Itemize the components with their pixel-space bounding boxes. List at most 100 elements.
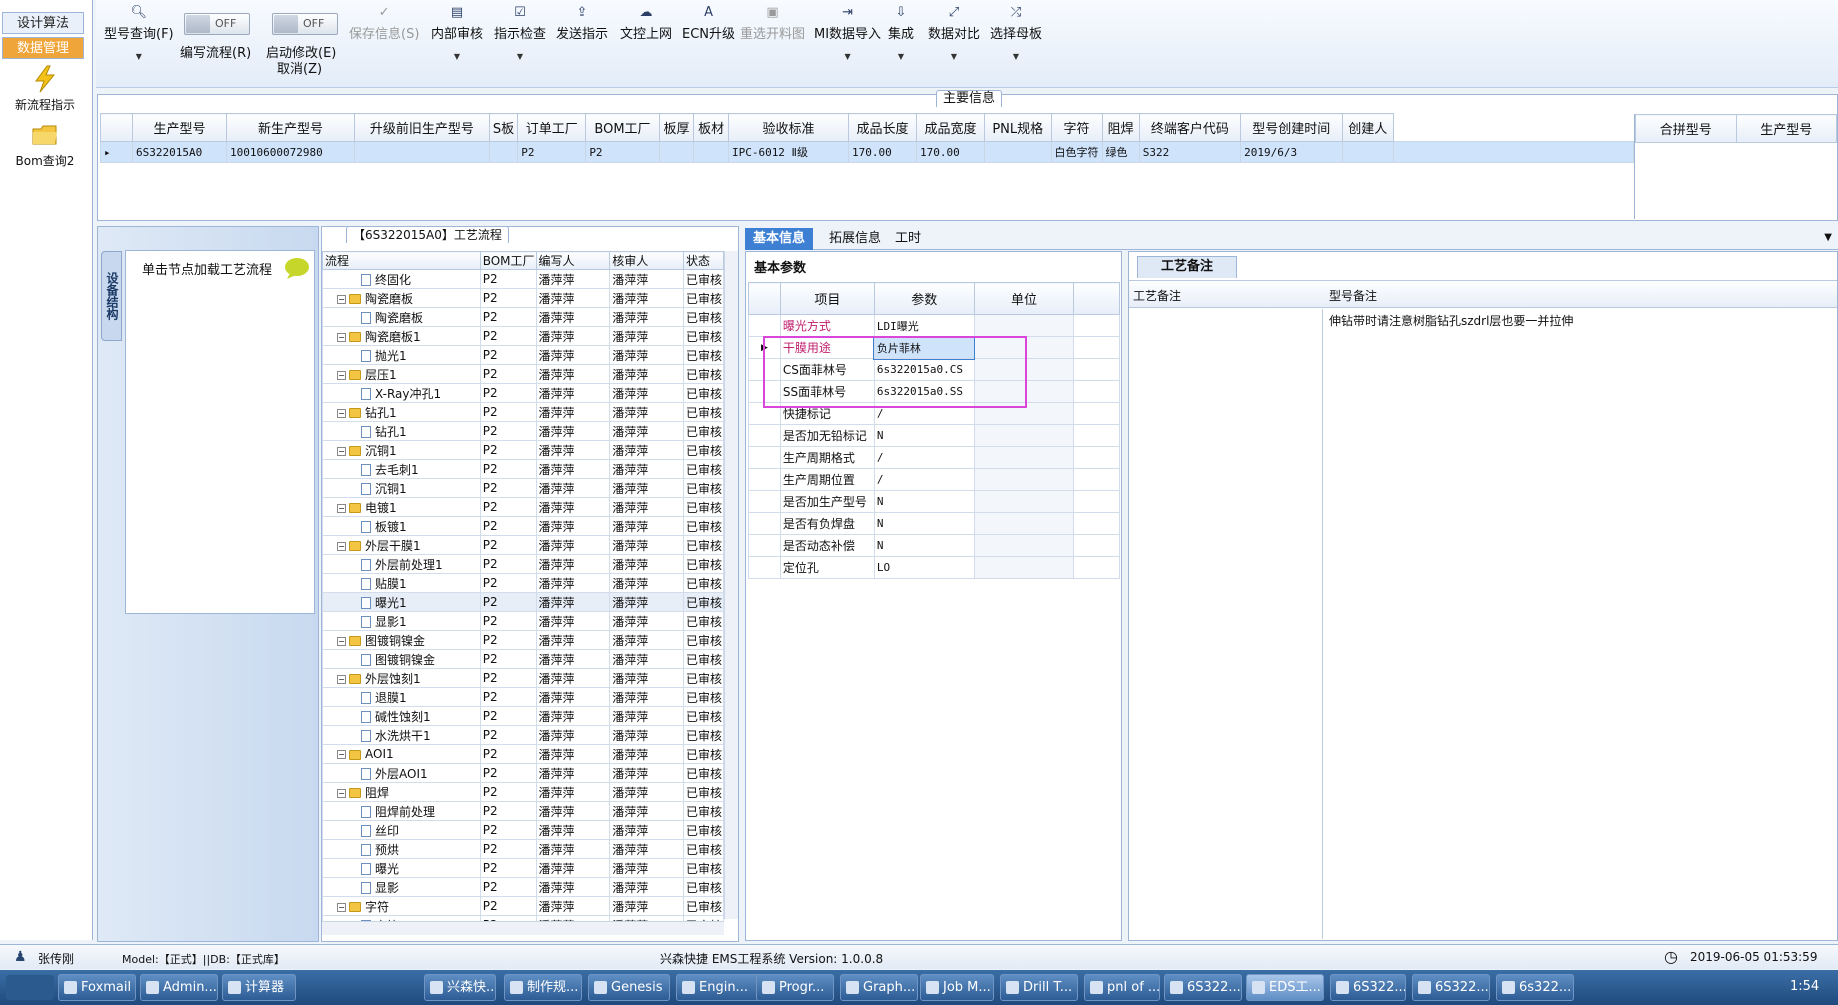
- flow-row[interactable]: − 陶瓷磨板 P2 潘萍萍 潘萍萍 已审核: [322, 288, 725, 308]
- flow-node[interactable]: 丝印: [322, 820, 481, 840]
- flow-row[interactable]: 阻焊前处理 P2 潘萍萍 潘萍萍 已审核: [322, 801, 725, 821]
- cell[interactable]: [658, 141, 695, 163]
- param-unit[interactable]: [973, 534, 1075, 557]
- cancel-button[interactable]: 取消(Z): [277, 58, 322, 77]
- flow-node[interactable]: 图镀铜镍金: [322, 649, 481, 669]
- flow-node[interactable]: − 图镀铜镍金: [322, 630, 481, 650]
- flow-node[interactable]: − 陶瓷磨板: [322, 288, 481, 308]
- flow-row[interactable]: 外层AOI1 P2 潘萍萍 潘萍萍 已审核: [322, 763, 725, 783]
- flow-node[interactable]: 曝光: [322, 858, 481, 878]
- flow-row[interactable]: 碱性蚀刻1 P2 潘萍萍 潘萍萍 已审核: [322, 706, 725, 726]
- collapse-icon[interactable]: −: [337, 294, 346, 304]
- col-header[interactable]: 成品宽度: [915, 113, 986, 142]
- flow-node[interactable]: − 字符: [322, 896, 481, 916]
- taskbar-item[interactable]: Drill T...: [1000, 974, 1078, 1001]
- flow-node[interactable]: 板镀1: [322, 516, 481, 536]
- model-query-button[interactable]: 🔍︎ 型号查询(F) ▼: [104, 6, 174, 62]
- taskbar-item[interactable]: Engin...: [676, 974, 760, 1001]
- flow-row[interactable]: − 陶瓷磨板1 P2 潘萍萍 潘萍萍 已审核: [322, 326, 725, 346]
- col-header[interactable]: 参数: [873, 282, 975, 315]
- param-unit[interactable]: [973, 490, 1075, 513]
- internal-review-button[interactable]: ▤ 内部审核 ▼: [431, 6, 483, 62]
- param-row[interactable]: 定位孔 LO: [748, 556, 1120, 579]
- flow-row[interactable]: − 外层干膜1 P2 潘萍萍 潘萍萍 已审核: [322, 535, 725, 555]
- collapse-icon[interactable]: −: [337, 674, 346, 684]
- tab-extended-info[interactable]: 拓展信息: [821, 228, 889, 250]
- flow-row[interactable]: 显影 P2 潘萍萍 潘萍萍 已审核: [322, 877, 725, 897]
- collapse-icon[interactable]: −: [337, 332, 346, 342]
- param-unit[interactable]: [973, 424, 1075, 447]
- flow-node[interactable]: 外层前处理1: [322, 554, 481, 574]
- col-header[interactable]: 编写人: [535, 251, 611, 270]
- flow-row[interactable]: 陶瓷磨板 P2 潘萍萍 潘萍萍 已审核: [322, 307, 725, 327]
- flow-node[interactable]: X-Ray冲孔1: [322, 383, 481, 403]
- flow-node[interactable]: 碱性蚀刻1: [322, 706, 481, 726]
- cell[interactable]: P2: [517, 141, 587, 163]
- flow-node[interactable]: − AOI1: [322, 744, 481, 764]
- taskbar-item[interactable]: Progr...: [756, 974, 834, 1001]
- collapse-icon[interactable]: −: [337, 750, 346, 759]
- taskbar-item[interactable]: 制作规...: [504, 974, 582, 1001]
- flow-node[interactable]: 显影: [322, 877, 481, 897]
- flow-node[interactable]: − 层压1: [322, 364, 481, 384]
- collapse-icon[interactable]: −: [337, 370, 346, 380]
- col-header[interactable]: 生产型号: [1735, 114, 1837, 143]
- nav-tab-data-management[interactable]: 数据管理: [2, 37, 84, 59]
- flow-row[interactable]: X-Ray冲孔1 P2 潘萍萍 潘萍萍 已审核: [322, 383, 725, 403]
- cell[interactable]: IPC-6012 Ⅱ级: [727, 141, 849, 163]
- col-header[interactable]: 流程: [322, 251, 481, 270]
- flow-node[interactable]: − 沉铜1: [322, 440, 481, 460]
- collapse-icon[interactable]: −: [337, 408, 346, 418]
- flow-node[interactable]: 阻焊前处理: [322, 801, 481, 821]
- cell[interactable]: 10010600072980: [225, 141, 355, 163]
- taskbar-item[interactable]: EDS工...: [1246, 974, 1324, 1001]
- collapse-icon[interactable]: −: [337, 541, 346, 551]
- flow-row[interactable]: − 电镀1 P2 潘萍萍 潘萍萍 已审核: [322, 497, 725, 517]
- flow-row[interactable]: 板镀1 P2 潘萍萍 潘萍萍 已审核: [322, 516, 725, 536]
- collapse-icon[interactable]: −: [337, 446, 346, 456]
- param-unit[interactable]: [973, 512, 1075, 535]
- choose-material-button[interactable]: ▣ 重选开料图: [740, 6, 805, 43]
- cell[interactable]: S322: [1138, 141, 1242, 163]
- col-header[interactable]: 生产型号: [132, 113, 227, 142]
- flow-node[interactable]: 显影1: [322, 611, 481, 631]
- col-header[interactable]: BOM工厂: [585, 113, 660, 142]
- nav-item-new-flow[interactable]: 新流程指示: [0, 64, 90, 113]
- data-compare-button[interactable]: ⤢ 数据对比 ▼: [928, 6, 980, 62]
- flow-node[interactable]: 钻孔1: [322, 421, 481, 441]
- horizontal-scrollbar[interactable]: [322, 921, 724, 935]
- flow-node[interactable]: 陶瓷磨板: [322, 307, 481, 327]
- flow-node[interactable]: 抛光1: [322, 345, 481, 365]
- table-row[interactable]: ▸ 6S322015A0 10010600072980 P2 P2 IPC-60…: [100, 141, 1634, 163]
- param-value[interactable]: N: [873, 490, 975, 513]
- flow-node[interactable]: − 阻焊: [322, 782, 481, 802]
- start-button[interactable]: [6, 975, 54, 1000]
- col-header[interactable]: 字符: [1050, 113, 1103, 142]
- col-header[interactable]: PNL规格: [984, 113, 1052, 142]
- remarks-tab[interactable]: 工艺备注: [1137, 256, 1237, 278]
- col-header[interactable]: 单位: [973, 282, 1075, 315]
- flow-row[interactable]: − 阻焊 P2 潘萍萍 潘萍萍 已审核: [322, 782, 725, 802]
- param-value[interactable]: LO: [873, 556, 975, 579]
- flow-row[interactable]: 钻孔1 P2 潘萍萍 潘萍萍 已审核: [322, 421, 725, 441]
- param-unit[interactable]: [973, 468, 1075, 491]
- nav-tab-design-algorithm[interactable]: 设计算法: [2, 12, 84, 34]
- taskbar-item[interactable]: 6S322...: [1412, 974, 1490, 1001]
- flow-row[interactable]: 退膜1 P2 潘萍萍 潘萍萍 已审核: [322, 687, 725, 707]
- taskbar-item[interactable]: Job M...: [920, 974, 994, 1001]
- flow-node[interactable]: 去毛刺1: [322, 459, 481, 479]
- col-header[interactable]: 升级前旧生产型号: [353, 113, 490, 142]
- collapse-icon[interactable]: −: [337, 902, 346, 912]
- col-header[interactable]: 合拼型号: [1635, 114, 1737, 143]
- param-row[interactable]: 生产周期格式 /: [748, 446, 1120, 469]
- flow-row[interactable]: − 外层蚀刻1 P2 潘萍萍 潘萍萍 已审核: [322, 668, 725, 688]
- col-header[interactable]: 状态: [682, 251, 725, 270]
- col-header[interactable]: 创建人: [1341, 113, 1395, 142]
- flow-row[interactable]: 图镀铜镍金 P2 潘萍萍 潘萍萍 已审核: [322, 649, 725, 669]
- col-header[interactable]: S板: [488, 113, 519, 142]
- flow-row[interactable]: 贴膜1 P2 潘萍萍 潘萍萍 已审核: [322, 573, 725, 593]
- flow-row[interactable]: 水洗烘干1 P2 潘萍萍 潘萍萍 已审核: [322, 725, 725, 745]
- cell[interactable]: 绿色: [1101, 141, 1140, 163]
- param-value[interactable]: /: [873, 446, 975, 469]
- mi-import-button[interactable]: ⇥ MI数据导入 ▼: [814, 6, 881, 62]
